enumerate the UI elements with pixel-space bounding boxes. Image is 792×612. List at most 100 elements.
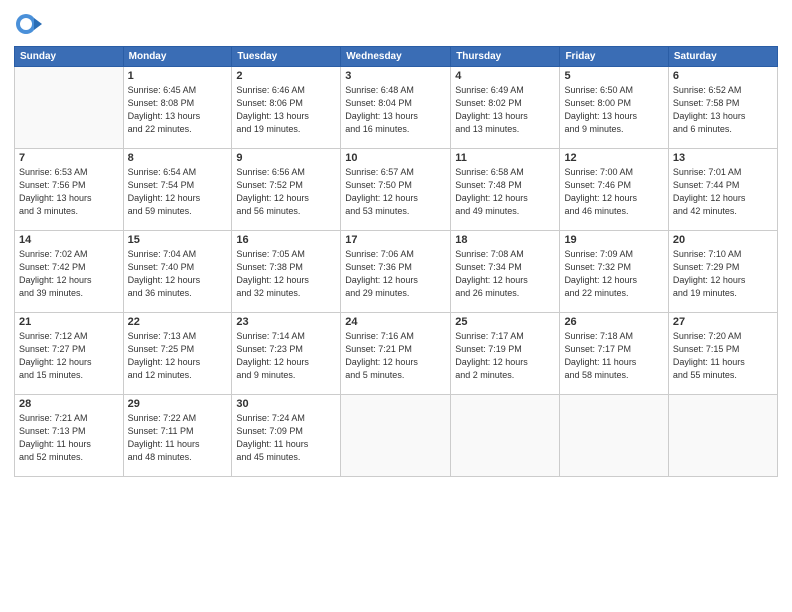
calendar-cell: 23 Sunrise: 7:14 AM Sunset: 7:23 PM Dayli… <box>232 313 341 395</box>
day-number: 13 <box>673 152 773 164</box>
calendar-cell: 4Sunrise: 6:49 AM Sunset: 8:02 PM Daylig… <box>451 67 560 149</box>
weekday-header-sunday: Sunday <box>15 47 124 67</box>
calendar-cell: 14 Sunrise: 7:02 AM Sunset: 7:42 PM Dayli… <box>15 231 124 313</box>
day-info: Sunrise: 7:12 AM Sunset: 7:27 PM Dayligh… <box>19 330 119 382</box>
logo <box>14 10 46 38</box>
calendar-cell: 2 Sunrise: 6:46 AM Sunset: 8:06 PM Daylig… <box>232 67 341 149</box>
calendar-page: SundayMondayTuesdayWednesdayThursdayFrid… <box>0 0 792 612</box>
day-info: Sunrise: 6:57 AM Sunset: 7:50 PM Dayligh… <box>345 166 446 218</box>
day-info: Sunrise: 6:54 AM Sunset: 7:54 PM Dayligh… <box>128 166 228 218</box>
day-number: 2 <box>236 70 336 82</box>
day-number: 8 <box>128 152 228 164</box>
day-info: Sunrise: 7:17 AM Sunset: 7:19 PM Dayligh… <box>455 330 555 382</box>
weekday-header-friday: Friday <box>560 47 668 67</box>
day-info: Sunrise: 7:00 AM Sunset: 7:46 PM Dayligh… <box>564 166 663 218</box>
day-info: Sunrise: 6:46 AM Sunset: 8:06 PM Dayligh… <box>236 84 336 136</box>
calendar-cell: 21 Sunrise: 7:12 AM Sunset: 7:27 PM Dayli… <box>15 313 124 395</box>
day-number: 26 <box>564 316 663 328</box>
header <box>14 10 778 38</box>
day-info: Sunrise: 7:10 AM Sunset: 7:29 PM Dayligh… <box>673 248 773 300</box>
day-info: Sunrise: 7:22 AM Sunset: 7:11 PM Dayligh… <box>128 412 228 464</box>
day-info: Sunrise: 6:53 AM Sunset: 7:56 PM Dayligh… <box>19 166 119 218</box>
calendar-cell: 5 Sunrise: 6:50 AM Sunset: 8:00 PM Daylig… <box>560 67 668 149</box>
day-number: 29 <box>128 398 228 410</box>
day-number: 5 <box>564 70 663 82</box>
calendar-cell: 20 Sunrise: 7:10 AM Sunset: 7:29 PM Dayli… <box>668 231 777 313</box>
day-number: 1 <box>128 70 228 82</box>
day-number: 17 <box>345 234 446 246</box>
calendar-cell: 30 Sunrise: 7:24 AM Sunset: 7:09 PM Dayli… <box>232 395 341 477</box>
day-number: 20 <box>673 234 773 246</box>
day-info: Sunrise: 6:56 AM Sunset: 7:52 PM Dayligh… <box>236 166 336 218</box>
calendar-cell: 10 Sunrise: 6:57 AM Sunset: 7:50 PM Dayli… <box>341 149 451 231</box>
calendar-cell <box>451 395 560 477</box>
day-info: Sunrise: 7:08 AM Sunset: 7:34 PM Dayligh… <box>455 248 555 300</box>
day-info: Sunrise: 6:45 AM Sunset: 8:08 PM Dayligh… <box>128 84 228 136</box>
day-number: 30 <box>236 398 336 410</box>
calendar-cell: 22 Sunrise: 7:13 AM Sunset: 7:25 PM Dayli… <box>123 313 232 395</box>
day-number: 3 <box>345 70 446 82</box>
day-info: Sunrise: 7:04 AM Sunset: 7:40 PM Dayligh… <box>128 248 228 300</box>
day-number: 21 <box>19 316 119 328</box>
calendar-cell: 28 Sunrise: 7:21 AM Sunset: 7:13 PM Dayli… <box>15 395 124 477</box>
day-info: Sunrise: 7:05 AM Sunset: 7:38 PM Dayligh… <box>236 248 336 300</box>
day-number: 22 <box>128 316 228 328</box>
calendar-cell: 1 Sunrise: 6:45 AM Sunset: 8:08 PM Daylig… <box>123 67 232 149</box>
calendar-cell <box>560 395 668 477</box>
day-info: Sunrise: 7:24 AM Sunset: 7:09 PM Dayligh… <box>236 412 336 464</box>
day-number: 6 <box>673 70 773 82</box>
day-number: 10 <box>345 152 446 164</box>
day-info: Sunrise: 7:21 AM Sunset: 7:13 PM Dayligh… <box>19 412 119 464</box>
calendar-cell <box>341 395 451 477</box>
day-info: Sunrise: 7:06 AM Sunset: 7:36 PM Dayligh… <box>345 248 446 300</box>
calendar-cell: 9 Sunrise: 6:56 AM Sunset: 7:52 PM Daylig… <box>232 149 341 231</box>
calendar-cell: 15 Sunrise: 7:04 AM Sunset: 7:40 PM Dayli… <box>123 231 232 313</box>
day-info: Sunrise: 6:50 AM Sunset: 8:00 PM Dayligh… <box>564 84 663 136</box>
calendar-table: SundayMondayTuesdayWednesdayThursdayFrid… <box>14 46 778 477</box>
day-number: 16 <box>236 234 336 246</box>
day-info: Sunrise: 7:18 AM Sunset: 7:17 PM Dayligh… <box>564 330 663 382</box>
calendar-cell: 7 Sunrise: 6:53 AM Sunset: 7:56 PM Daylig… <box>15 149 124 231</box>
day-number: 18 <box>455 234 555 246</box>
day-number: 11 <box>455 152 555 164</box>
day-number: 15 <box>128 234 228 246</box>
calendar-cell: 11 Sunrise: 6:58 AM Sunset: 7:48 PM Dayli… <box>451 149 560 231</box>
calendar-cell <box>668 395 777 477</box>
day-number: 27 <box>673 316 773 328</box>
calendar-cell: 26 Sunrise: 7:18 AM Sunset: 7:17 PM Dayli… <box>560 313 668 395</box>
weekday-header-tuesday: Tuesday <box>232 47 341 67</box>
day-number: 24 <box>345 316 446 328</box>
calendar-cell <box>15 67 124 149</box>
week-row-4: 21 Sunrise: 7:12 AM Sunset: 7:27 PM Dayli… <box>15 313 778 395</box>
calendar-cell: 25Sunrise: 7:17 AM Sunset: 7:19 PM Dayli… <box>451 313 560 395</box>
calendar-cell: 8 Sunrise: 6:54 AM Sunset: 7:54 PM Daylig… <box>123 149 232 231</box>
calendar-cell: 13Sunrise: 7:01 AM Sunset: 7:44 PM Dayli… <box>668 149 777 231</box>
day-number: 14 <box>19 234 119 246</box>
day-info: Sunrise: 7:13 AM Sunset: 7:25 PM Dayligh… <box>128 330 228 382</box>
weekday-header-row: SundayMondayTuesdayWednesdayThursdayFrid… <box>15 47 778 67</box>
calendar-cell: 29 Sunrise: 7:22 AM Sunset: 7:11 PM Dayli… <box>123 395 232 477</box>
day-number: 12 <box>564 152 663 164</box>
calendar-cell: 27 Sunrise: 7:20 AM Sunset: 7:15 PM Dayli… <box>668 313 777 395</box>
day-info: Sunrise: 6:58 AM Sunset: 7:48 PM Dayligh… <box>455 166 555 218</box>
week-row-2: 7 Sunrise: 6:53 AM Sunset: 7:56 PM Daylig… <box>15 149 778 231</box>
day-number: 23 <box>236 316 336 328</box>
calendar-cell: 6 Sunrise: 6:52 AM Sunset: 7:58 PM Daylig… <box>668 67 777 149</box>
day-info: Sunrise: 7:14 AM Sunset: 7:23 PM Dayligh… <box>236 330 336 382</box>
day-info: Sunrise: 7:02 AM Sunset: 7:42 PM Dayligh… <box>19 248 119 300</box>
day-number: 7 <box>19 152 119 164</box>
day-number: 28 <box>19 398 119 410</box>
logo-icon <box>14 10 42 38</box>
calendar-cell: 12 Sunrise: 7:00 AM Sunset: 7:46 PM Dayli… <box>560 149 668 231</box>
week-row-3: 14 Sunrise: 7:02 AM Sunset: 7:42 PM Dayli… <box>15 231 778 313</box>
week-row-1: 1 Sunrise: 6:45 AM Sunset: 8:08 PM Daylig… <box>15 67 778 149</box>
calendar-cell: 17 Sunrise: 7:06 AM Sunset: 7:36 PM Dayli… <box>341 231 451 313</box>
day-info: Sunrise: 6:49 AM Sunset: 8:02 PM Dayligh… <box>455 84 555 136</box>
day-info: Sunrise: 7:20 AM Sunset: 7:15 PM Dayligh… <box>673 330 773 382</box>
day-number: 9 <box>236 152 336 164</box>
day-number: 19 <box>564 234 663 246</box>
day-info: Sunrise: 6:52 AM Sunset: 7:58 PM Dayligh… <box>673 84 773 136</box>
weekday-header-thursday: Thursday <box>451 47 560 67</box>
weekday-header-monday: Monday <box>123 47 232 67</box>
day-info: Sunrise: 6:48 AM Sunset: 8:04 PM Dayligh… <box>345 84 446 136</box>
